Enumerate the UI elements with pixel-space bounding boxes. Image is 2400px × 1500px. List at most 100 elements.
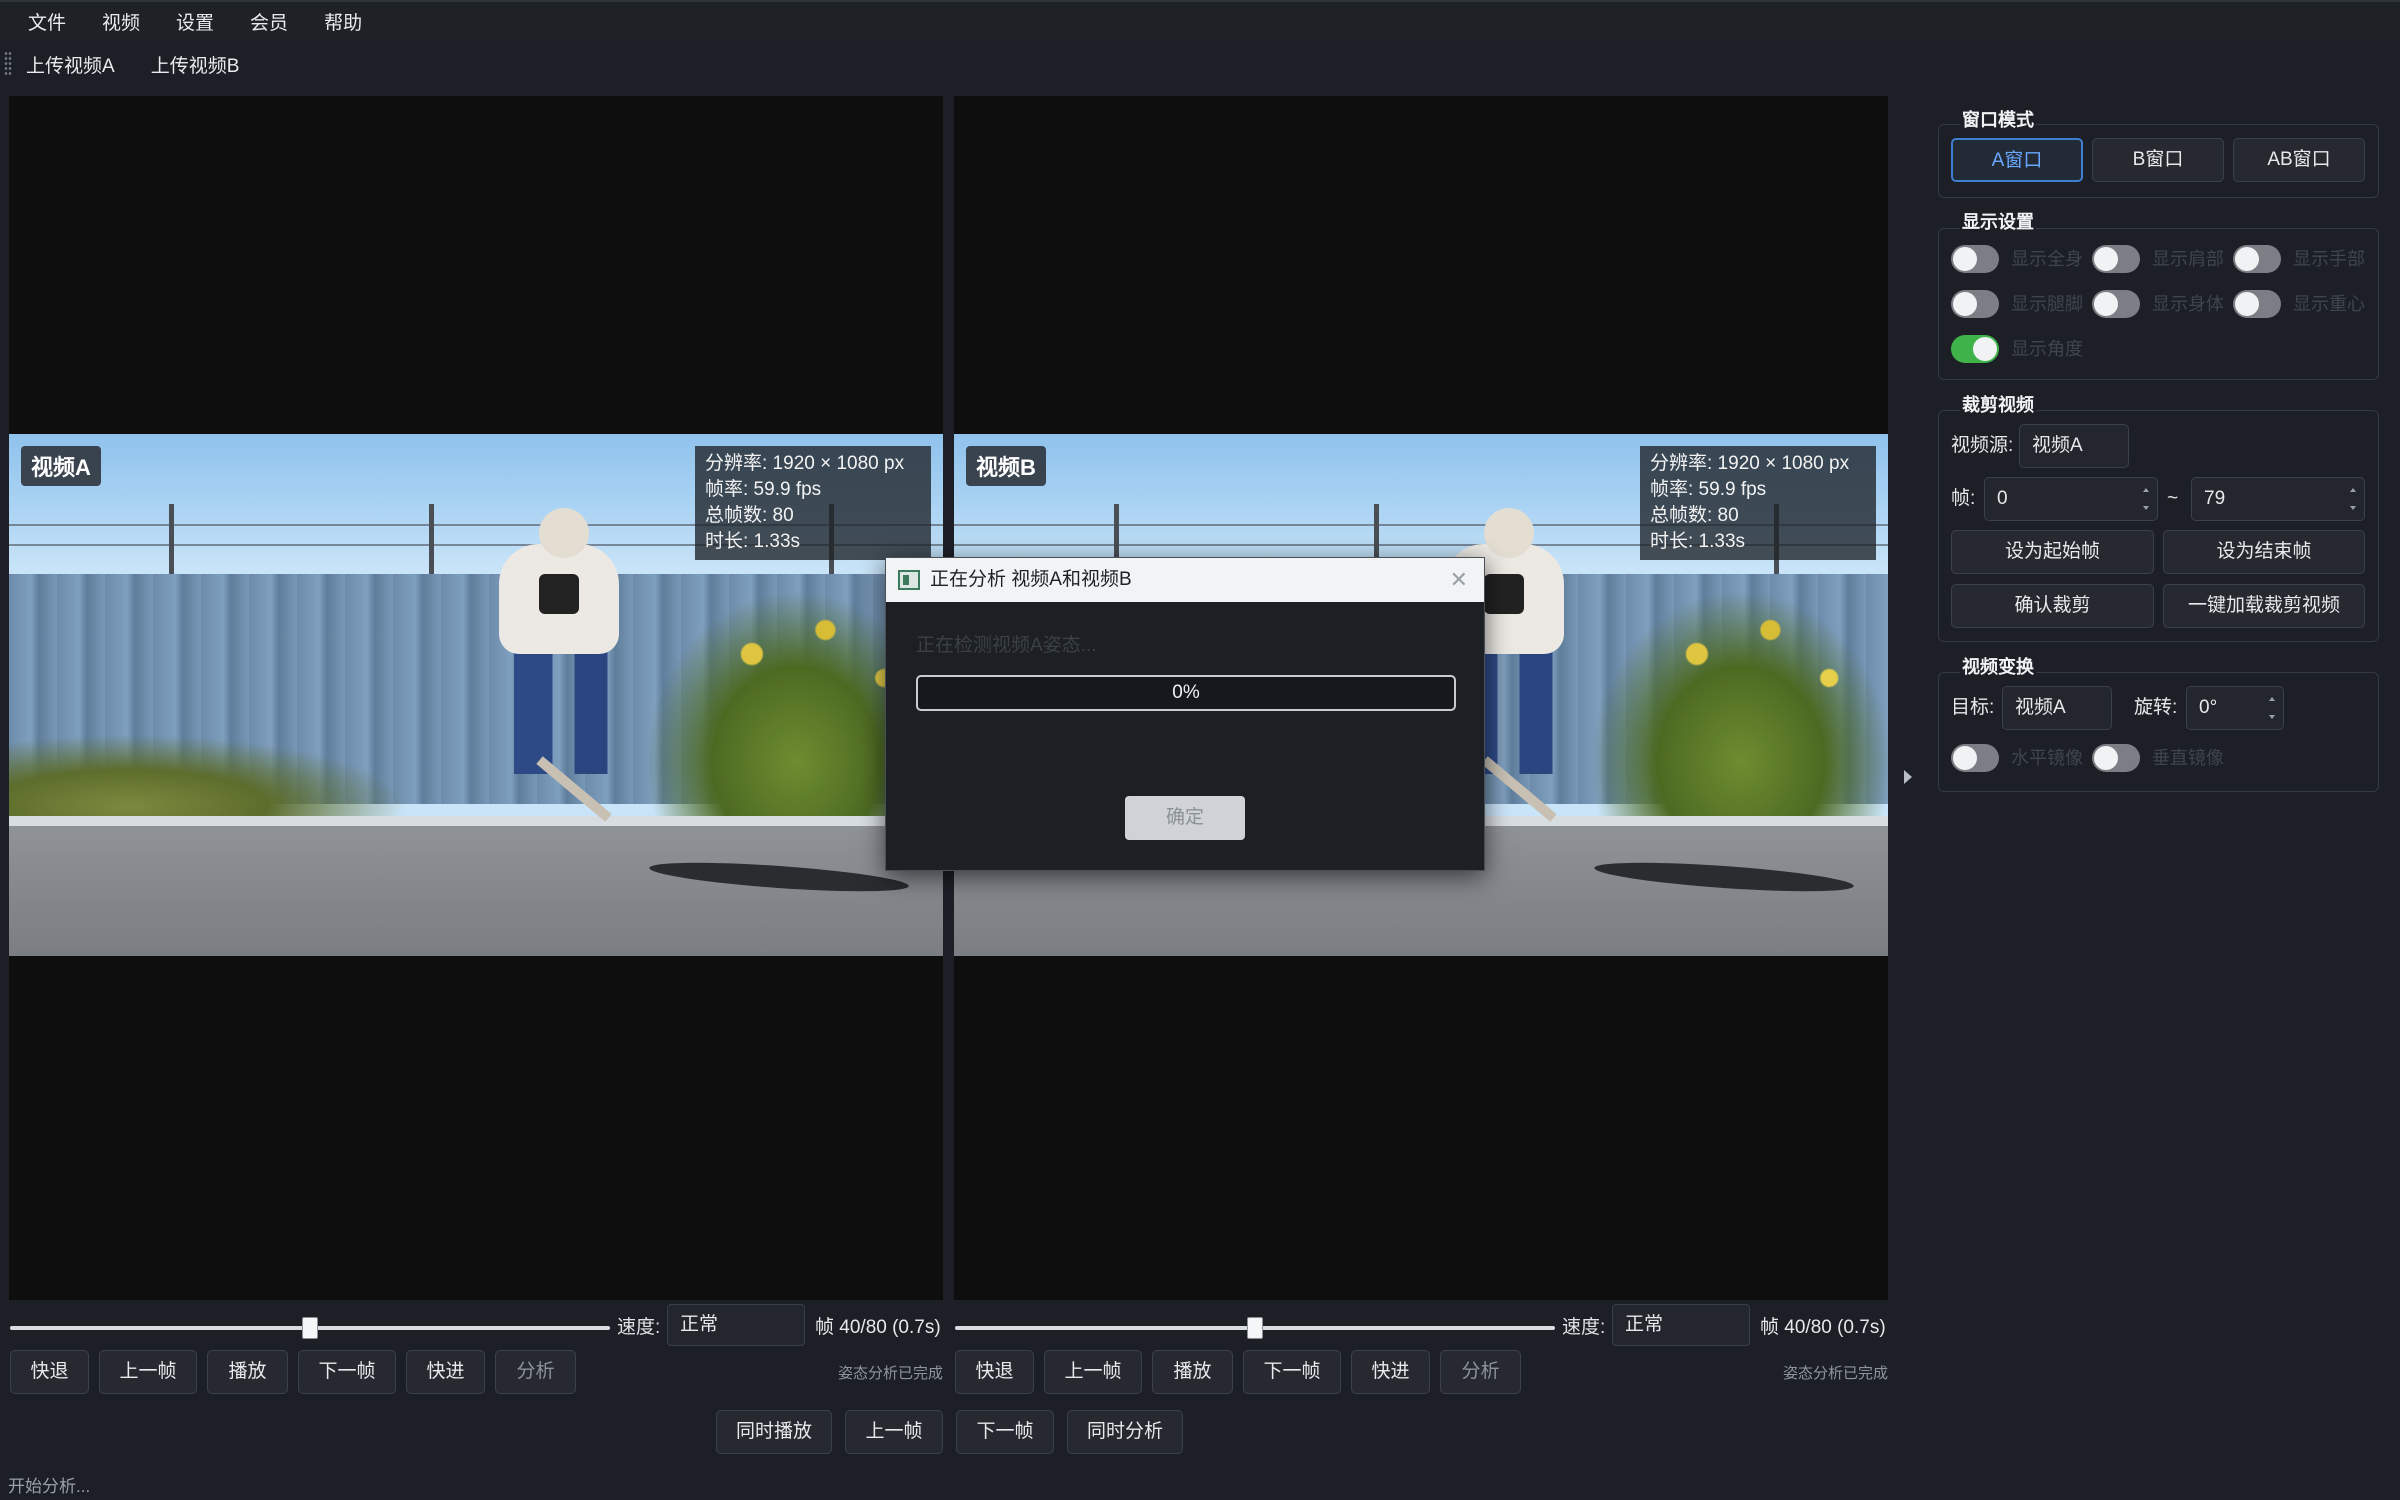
video-a-rewind-button[interactable]: 快退 bbox=[10, 1350, 89, 1394]
sync-next-frame-button[interactable]: 下一帧 bbox=[956, 1410, 1054, 1454]
video-a-play-button[interactable]: 播放 bbox=[207, 1350, 288, 1394]
video-a-viewport[interactable]: 视频A 分辨率: 1920 × 1080 px 帧率: 59.9 fps 总帧数… bbox=[9, 96, 943, 1300]
video-b-analysis-status: 姿态分析已完成 bbox=[1783, 1365, 1889, 1382]
crop-start-spin-icon[interactable] bbox=[2141, 484, 2151, 514]
window-mode-title: 窗口模式 bbox=[1960, 106, 2036, 132]
video-b-fast-forward-button[interactable]: 快进 bbox=[1351, 1350, 1430, 1394]
status-bar: 开始分析... bbox=[8, 1477, 91, 1496]
video-b-seek-slider[interactable] bbox=[955, 1313, 1555, 1343]
close-icon[interactable]: ✕ bbox=[1450, 568, 1468, 592]
transform-target-select[interactable]: 视频A bbox=[2002, 686, 2112, 730]
crop-end-frame-value: 79 bbox=[2204, 488, 2226, 509]
crop-source-select[interactable]: 视频A bbox=[2019, 424, 2129, 468]
menu-bar: 文件 视频 设置 会员 帮助 bbox=[0, 0, 2400, 40]
video-b-prev-frame-button[interactable]: 上一帧 bbox=[1044, 1350, 1142, 1394]
transform-rotate-value: 0° bbox=[2199, 697, 2218, 718]
analysis-progress-bar: 0% bbox=[916, 675, 1456, 711]
video-a-next-frame-button[interactable]: 下一帧 bbox=[298, 1350, 396, 1394]
video-b-speed-select[interactable]: 正常 bbox=[1612, 1304, 1750, 1346]
video-b-label: 视频B bbox=[966, 446, 1046, 486]
window-ab-button[interactable]: AB窗口 bbox=[2233, 138, 2365, 182]
crop-end-frame-input[interactable]: 79 bbox=[2191, 477, 2365, 521]
crop-start-frame-value: 0 bbox=[1997, 488, 2008, 509]
video-a-info: 分辨率: 1920 × 1080 px 帧率: 59.9 fps 总帧数: 80… bbox=[695, 446, 931, 560]
menu-file[interactable]: 文件 bbox=[10, 8, 84, 35]
video-b-total-frames: 总帧数: 80 bbox=[1650, 505, 1739, 526]
upload-video-a-button[interactable]: 上传视频A bbox=[26, 51, 115, 78]
video-a-frame-count: 帧 40/80 (0.7s) bbox=[815, 1317, 941, 1338]
video-a-fast-forward-button[interactable]: 快进 bbox=[406, 1350, 485, 1394]
toggle-angles[interactable] bbox=[1951, 335, 1999, 363]
crop-end-spin-icon[interactable] bbox=[2348, 484, 2358, 514]
toggle-full-body-label: 显示全身 bbox=[2011, 249, 2083, 269]
video-a-label: 视频A bbox=[21, 446, 101, 486]
dialog-ok-button[interactable]: 确定 bbox=[1125, 796, 1245, 840]
toggle-hands-label: 显示手部 bbox=[2293, 249, 2365, 269]
toggle-full-body[interactable] bbox=[1951, 245, 1999, 273]
window-a-button[interactable]: A窗口 bbox=[1951, 138, 2083, 182]
toggle-shoulders[interactable] bbox=[2092, 245, 2140, 273]
load-cropped-video-button[interactable]: 一键加载裁剪视频 bbox=[2163, 584, 2365, 628]
toggle-vertical-mirror[interactable] bbox=[2092, 744, 2140, 772]
video-a-seek-thumb[interactable] bbox=[302, 1317, 318, 1339]
video-b-framerate: 帧率: 59.9 fps bbox=[1650, 479, 1767, 500]
video-a-speed-select[interactable]: 正常 bbox=[667, 1304, 805, 1346]
toggle-torso[interactable] bbox=[2092, 290, 2140, 318]
video-a-framerate: 帧率: 59.9 fps bbox=[705, 479, 822, 500]
toggle-shoulders-label: 显示肩部 bbox=[2152, 249, 2224, 269]
menu-help[interactable]: 帮助 bbox=[306, 8, 380, 35]
video-b-play-button[interactable]: 播放 bbox=[1152, 1350, 1233, 1394]
video-a-seek-slider[interactable] bbox=[10, 1313, 610, 1343]
app-window-icon bbox=[898, 570, 920, 590]
toggle-vertical-mirror-label: 垂直镜像 bbox=[2152, 748, 2224, 768]
upload-video-b-button[interactable]: 上传视频B bbox=[151, 51, 240, 78]
video-b-resolution: 分辨率: 1920 × 1080 px bbox=[1650, 453, 1850, 474]
crop-frame-label: 帧: bbox=[1951, 488, 1976, 509]
panel-collapse-arrow-icon[interactable] bbox=[1904, 770, 1912, 784]
display-settings-title: 显示设置 bbox=[1960, 208, 2036, 234]
video-b-speed-label: 速度: bbox=[1562, 1317, 1606, 1338]
video-b-seek-thumb[interactable] bbox=[1247, 1317, 1263, 1339]
toggle-horizontal-mirror-label: 水平镜像 bbox=[2011, 748, 2083, 768]
video-a-frame: 视频A 分辨率: 1920 × 1080 px 帧率: 59.9 fps 总帧数… bbox=[9, 434, 943, 956]
video-b-rewind-button[interactable]: 快退 bbox=[955, 1350, 1034, 1394]
transform-target-label: 目标: bbox=[1951, 697, 1995, 718]
toolbar: 上传视频A 上传视频B bbox=[0, 44, 2400, 84]
transform-rotate-input[interactable]: 0° bbox=[2186, 686, 2284, 730]
video-b-frame-count: 帧 40/80 (0.7s) bbox=[1760, 1317, 1886, 1338]
video-transform-title: 视频变换 bbox=[1960, 653, 2036, 679]
analysis-dialog-title: 正在分析 视频A和视频B bbox=[886, 558, 1484, 602]
sync-analyze-button[interactable]: 同时分析 bbox=[1067, 1410, 1183, 1454]
sync-prev-frame-button[interactable]: 上一帧 bbox=[845, 1410, 943, 1454]
video-b-duration: 时长: 1.33s bbox=[1650, 531, 1746, 552]
crop-video-title: 裁剪视频 bbox=[1960, 391, 2036, 417]
video-b-analyze-button[interactable]: 分析 bbox=[1440, 1350, 1521, 1394]
crop-range-separator: ~ bbox=[2167, 488, 2179, 509]
video-b-info: 分辨率: 1920 × 1080 px 帧率: 59.9 fps 总帧数: 80… bbox=[1640, 446, 1876, 560]
window-b-button[interactable]: B窗口 bbox=[2092, 138, 2224, 182]
toggle-torso-label: 显示身体 bbox=[2152, 294, 2224, 314]
menu-membership[interactable]: 会员 bbox=[232, 8, 306, 35]
toggle-center-of-gravity-label: 显示重心 bbox=[2293, 294, 2365, 314]
toolbar-grip-icon[interactable] bbox=[4, 51, 12, 77]
analysis-dialog-message: 正在检测视频A姿态... bbox=[916, 635, 1097, 656]
toggle-legs[interactable] bbox=[1951, 290, 1999, 318]
transform-rotate-spin-icon[interactable] bbox=[2267, 693, 2277, 723]
video-b-next-frame-button[interactable]: 下一帧 bbox=[1243, 1350, 1341, 1394]
confirm-crop-button[interactable]: 确认裁剪 bbox=[1951, 584, 2154, 628]
video-a-analysis-status: 姿态分析已完成 bbox=[838, 1365, 944, 1382]
toggle-center-of-gravity[interactable] bbox=[2233, 290, 2281, 318]
analysis-dialog: 正在分析 视频A和视频B ✕ 正在检测视频A姿态... 0% 确定 bbox=[885, 557, 1485, 871]
video-a-speed-label: 速度: bbox=[617, 1317, 661, 1338]
set-start-frame-button[interactable]: 设为起始帧 bbox=[1951, 530, 2154, 574]
menu-settings[interactable]: 设置 bbox=[158, 8, 232, 35]
video-a-duration: 时长: 1.33s bbox=[705, 531, 801, 552]
menu-video[interactable]: 视频 bbox=[84, 8, 158, 35]
set-end-frame-button[interactable]: 设为结束帧 bbox=[2163, 530, 2365, 574]
video-a-analyze-button[interactable]: 分析 bbox=[495, 1350, 576, 1394]
video-a-prev-frame-button[interactable]: 上一帧 bbox=[99, 1350, 197, 1394]
crop-start-frame-input[interactable]: 0 bbox=[1984, 477, 2158, 521]
toggle-hands[interactable] bbox=[2233, 245, 2281, 273]
toggle-horizontal-mirror[interactable] bbox=[1951, 744, 1999, 772]
sync-play-button[interactable]: 同时播放 bbox=[716, 1410, 832, 1454]
